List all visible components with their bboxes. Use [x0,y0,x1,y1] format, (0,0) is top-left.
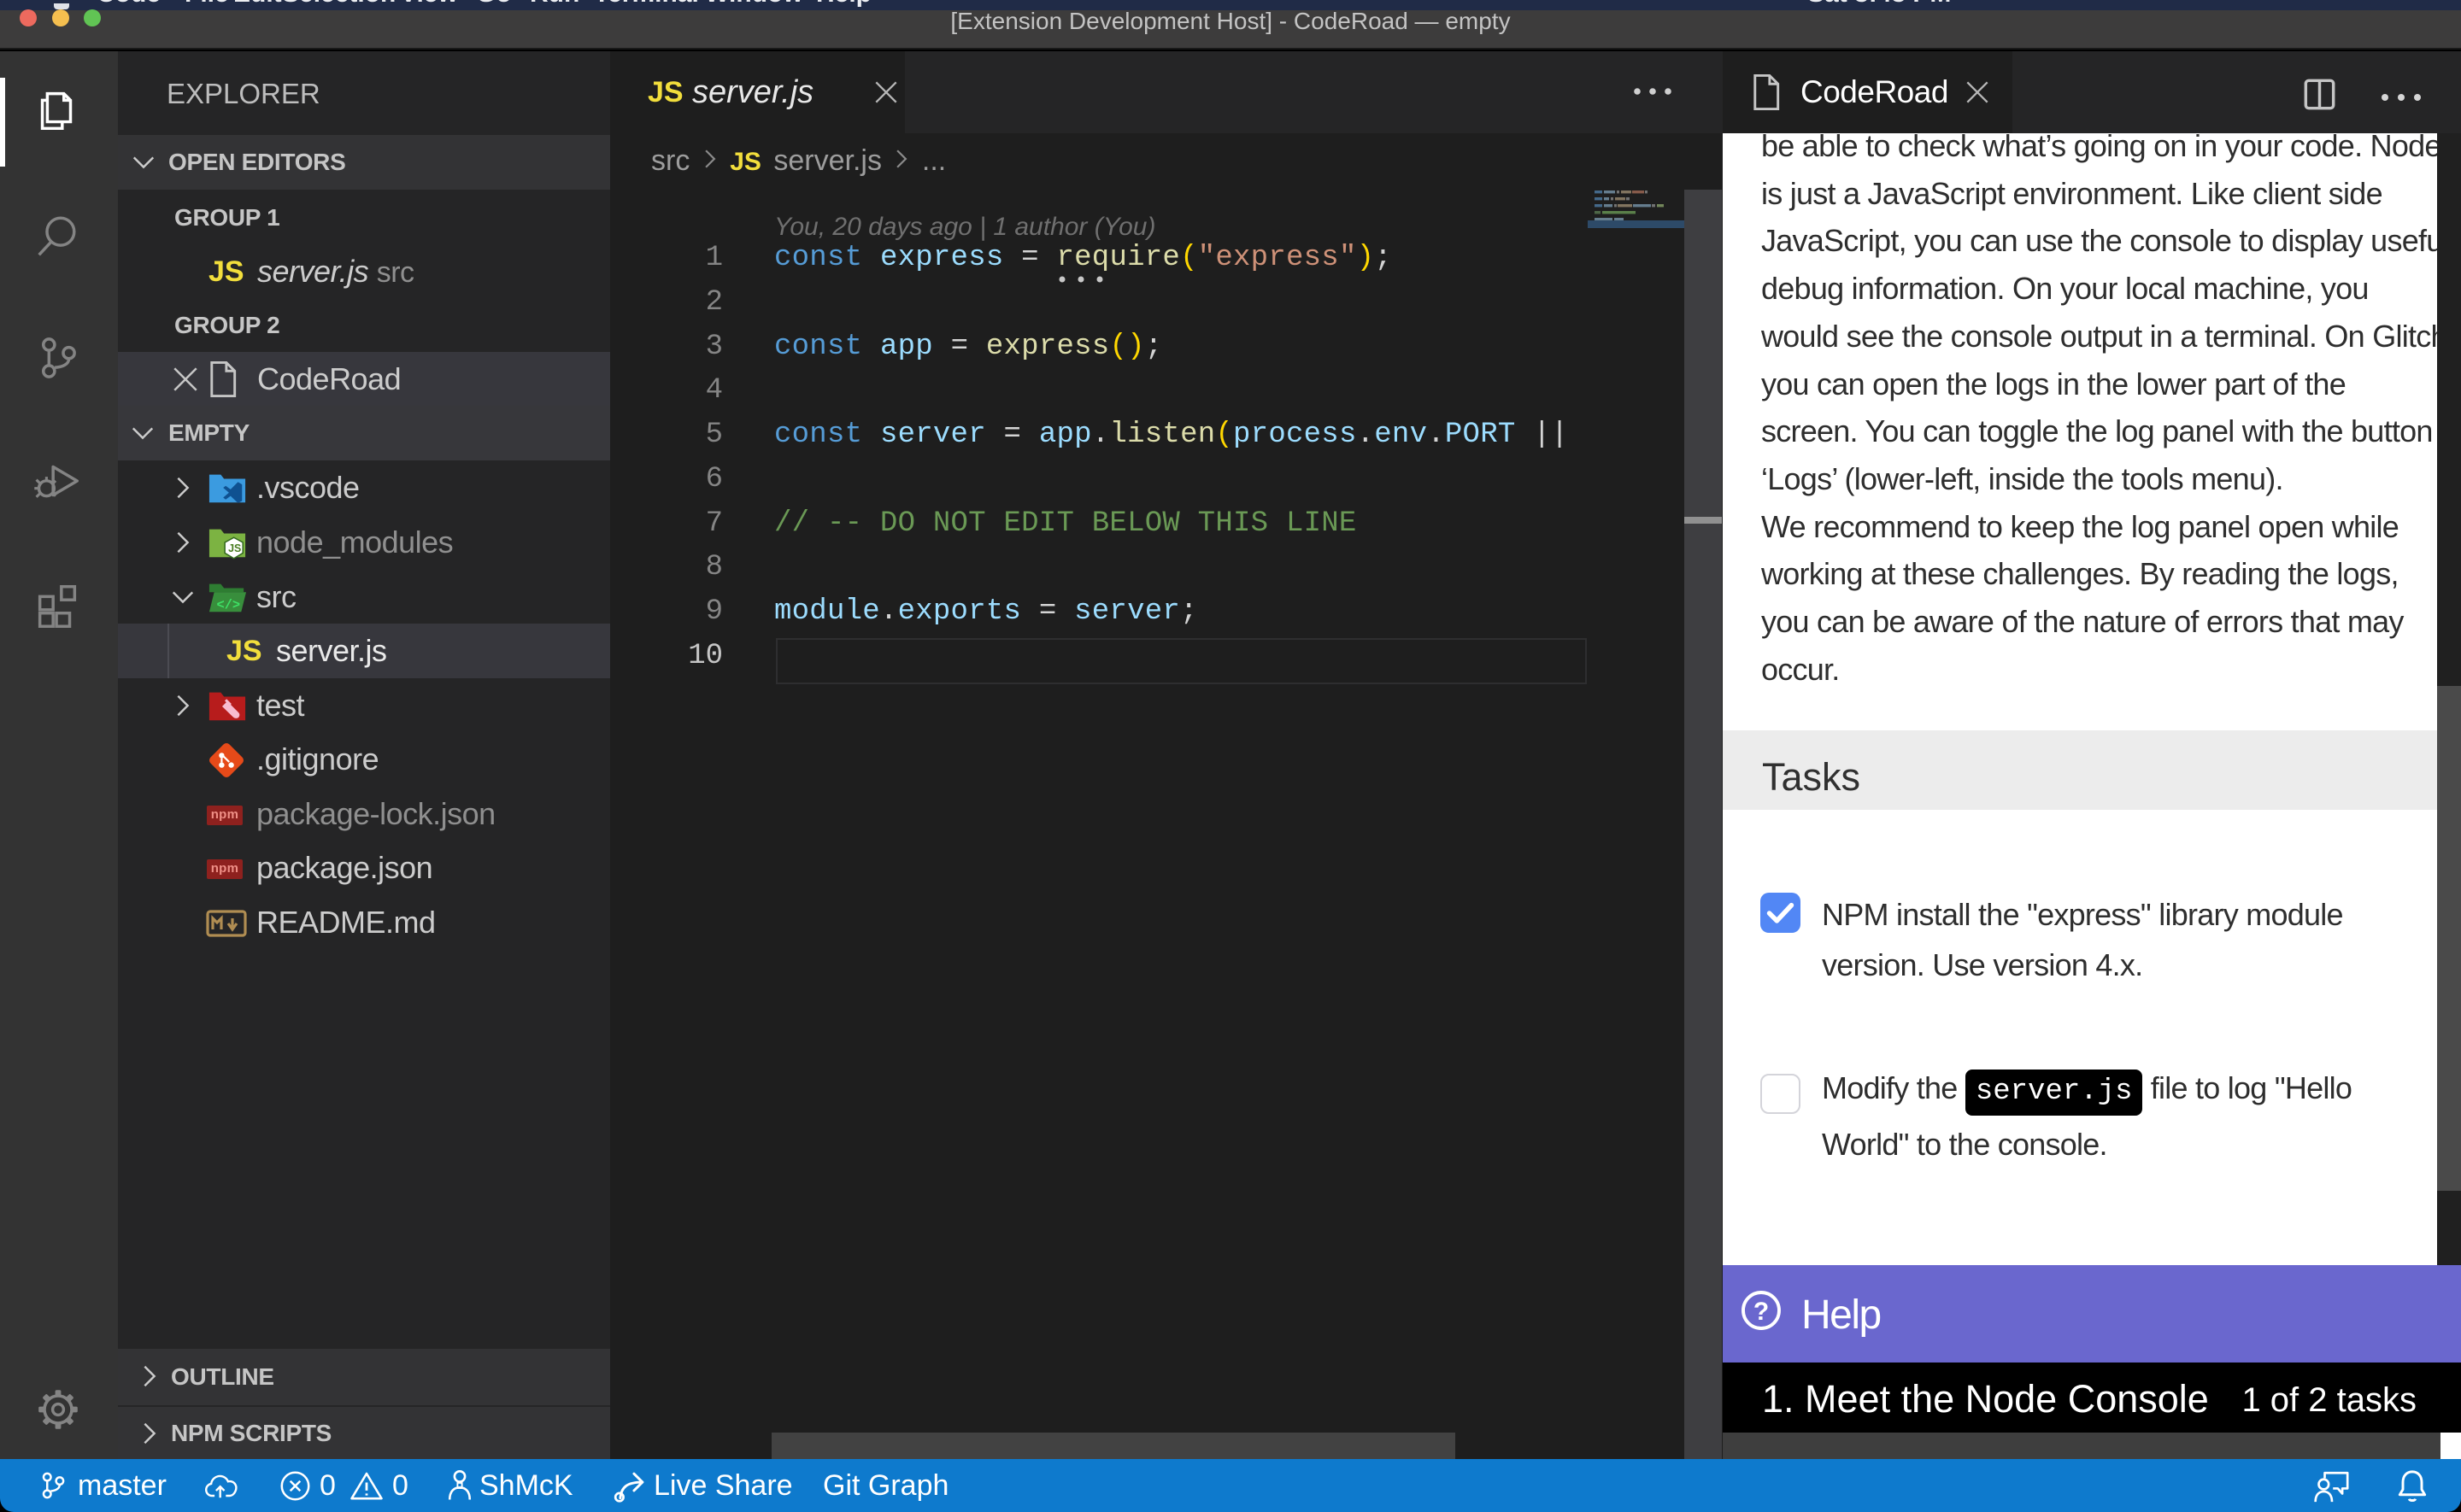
svg-text:?: ? [1753,1298,1769,1326]
svg-text:JS: JS [228,542,241,554]
svg-text:</>: </> [217,597,241,612]
